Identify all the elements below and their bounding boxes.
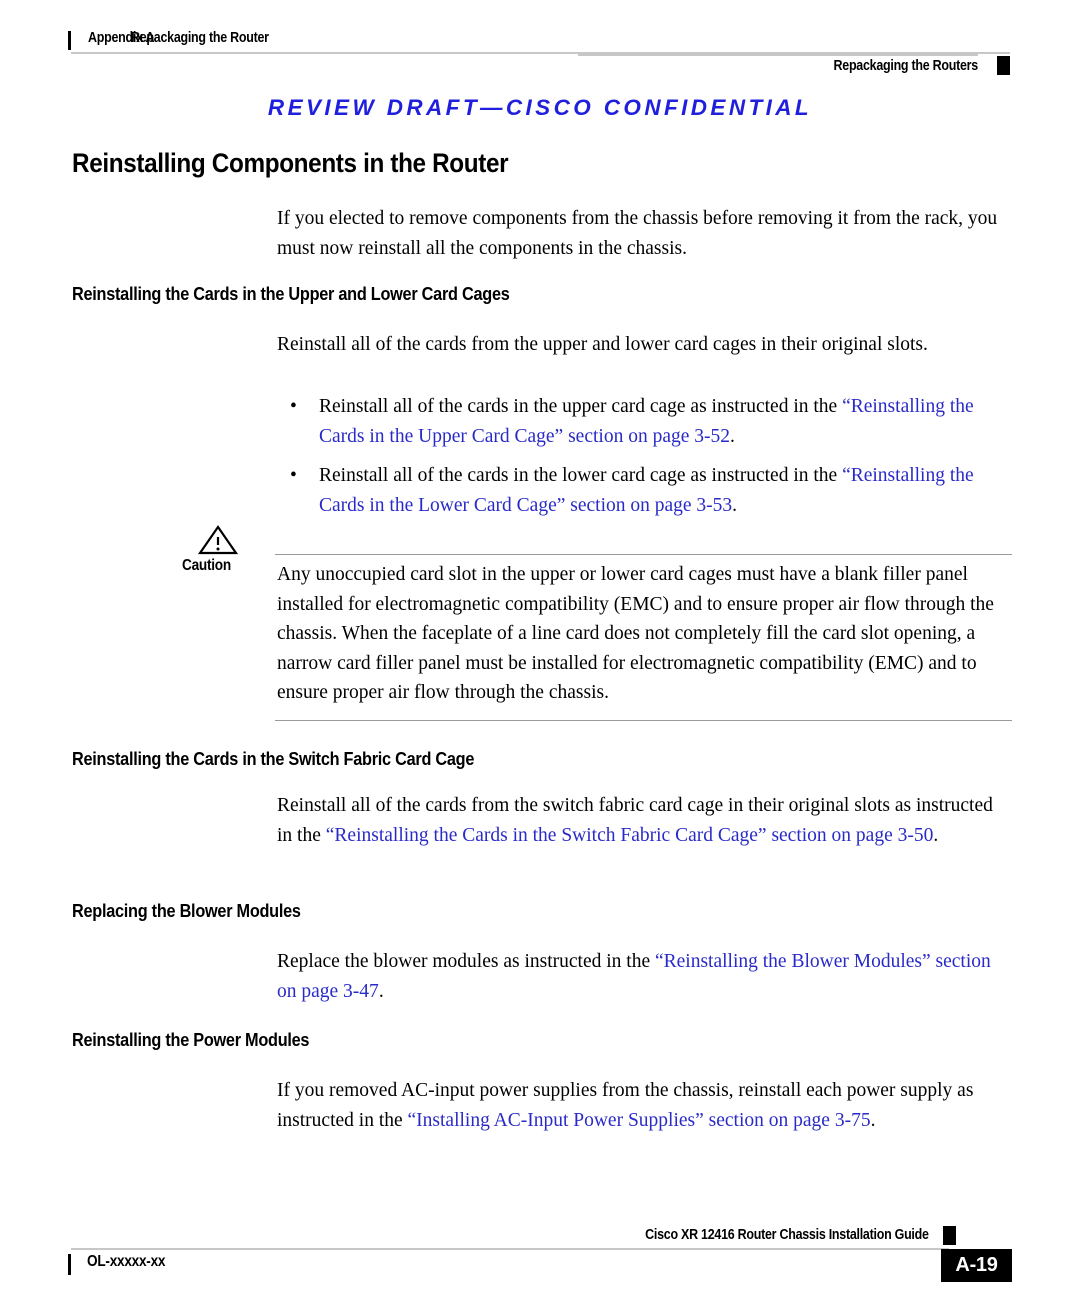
running-header: Appendix A Repackaging the Router Repack…: [68, 30, 1010, 75]
footer-top-row: Cisco XR 12416 Router Chassis Installati…: [68, 1222, 1012, 1248]
heading-upper-lower-card-cages: Reinstalling the Cards in the Upper and …: [72, 283, 510, 304]
cross-reference-link-ac-input-power-supplies[interactable]: “Installing AC-Input Power Supplies” sec…: [408, 1110, 871, 1131]
bullet-list-card-cages: • Reinstall all of the cards in the upper…: [288, 392, 1012, 530]
list-item: • Reinstall all of the cards in the lower…: [288, 461, 1012, 520]
paragraph-tail-text: .: [378, 980, 384, 1002]
heading-replacing-blower-modules: Replacing the Blower Modules: [72, 900, 301, 921]
caution-text: Any unoccupied card slot in the upper or…: [277, 564, 994, 703]
caution-rule-top: [275, 554, 1012, 555]
header-black-block-marker: [997, 56, 1010, 75]
paragraph-upper-lower-card-cages: Reinstall all of the cards from the uppe…: [277, 334, 928, 355]
header-left-tick-mark: [68, 31, 71, 50]
warning-triangle-icon: [198, 525, 238, 555]
footer-left-tick-mark: [68, 1254, 71, 1275]
paragraph-power-modules: If you removed AC-input power supplies f…: [277, 1076, 1012, 1135]
paragraph-blower-modules: Replace the blower modules as instructed…: [277, 947, 1012, 1006]
header-running-title: Repackaging the Routers: [833, 57, 979, 74]
caution-rule-bottom: [275, 720, 1012, 721]
bullet-dot-icon: •: [290, 396, 297, 417]
footer-black-block-marker: [943, 1225, 956, 1245]
section-intro-paragraph: If you elected to remove components from…: [277, 208, 998, 259]
heading-switch-fabric-card-cage: Reinstalling the Cards in the Switch Fab…: [72, 748, 475, 769]
list-item: • Reinstall all of the cards in the upper…: [288, 392, 1012, 451]
bullet-tail-text: .: [732, 494, 738, 516]
heading-reinstalling-power-modules: Reinstalling the Power Modules: [72, 1029, 310, 1050]
footer-rule: [71, 1248, 949, 1250]
paragraph-tail-text: .: [870, 1109, 876, 1131]
bullet-lead-text: Reinstall all of the cards in the upper …: [319, 396, 843, 417]
bullet-lead-text: Reinstall all of the cards in the lower …: [319, 465, 843, 486]
bullet-dot-icon: •: [290, 465, 297, 486]
footer-book-title: Cisco XR 12416 Router Chassis Installati…: [645, 1227, 929, 1243]
caution-label: Caution: [182, 557, 231, 574]
footer-bottom-row: OL-xxxxx-xx A-19: [68, 1249, 1012, 1285]
caution-icon-wrapper: [195, 524, 241, 555]
header-left-row: Appendix A Repackaging the Router: [68, 30, 1010, 54]
bullet-tail-text: .: [730, 425, 735, 447]
paragraph-lead-text: Replace the blower modules as instructed…: [277, 951, 655, 972]
paragraph-switch-fabric-card-cage: Reinstall all of the cards from the swit…: [277, 791, 1012, 850]
header-right-row: Repackaging the Routers: [68, 56, 1010, 75]
header-chapter-title: Repackaging the Router: [131, 30, 269, 46]
paragraph-tail-text: .: [933, 824, 939, 846]
cross-reference-link-switch-fabric-card-cage[interactable]: “Reinstalling the Cards in the Switch Fa…: [326, 825, 934, 846]
footer-page-number-badge: A-19: [941, 1249, 1012, 1282]
footer-document-id: OL-xxxxx-xx: [87, 1253, 166, 1270]
page-title: Reinstalling Components in the Router: [72, 148, 509, 178]
document-page: Appendix A Repackaging the Router Repack…: [0, 0, 1080, 1311]
review-draft-banner: REVIEW DRAFT—CISCO CONFIDENTIAL: [267, 95, 813, 120]
page-footer: Cisco XR 12416 Router Chassis Installati…: [68, 1222, 1012, 1282]
